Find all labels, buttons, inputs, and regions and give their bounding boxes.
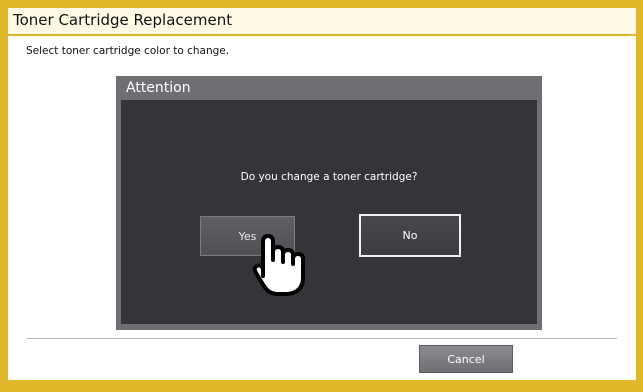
page-title: Toner Cartridge Replacement <box>13 11 233 29</box>
cancel-button[interactable]: Cancel <box>419 345 513 373</box>
no-button-label: No <box>402 229 418 242</box>
cancel-button-label: Cancel <box>447 352 485 366</box>
pointing-hand-icon <box>252 234 305 296</box>
dialog-message: Do you change a toner cartridge? <box>240 171 418 183</box>
attention-dialog: Attention Do you change a toner cartridg… <box>116 76 542 330</box>
dialog-title: Attention <box>126 80 191 96</box>
no-button[interactable]: No <box>359 214 461 257</box>
dialog-body <box>121 100 537 324</box>
instruction-text: Select toner cartridge color to change. <box>26 45 230 57</box>
footer-divider <box>27 338 617 339</box>
title-bar: Toner Cartridge Replacement <box>8 8 636 34</box>
